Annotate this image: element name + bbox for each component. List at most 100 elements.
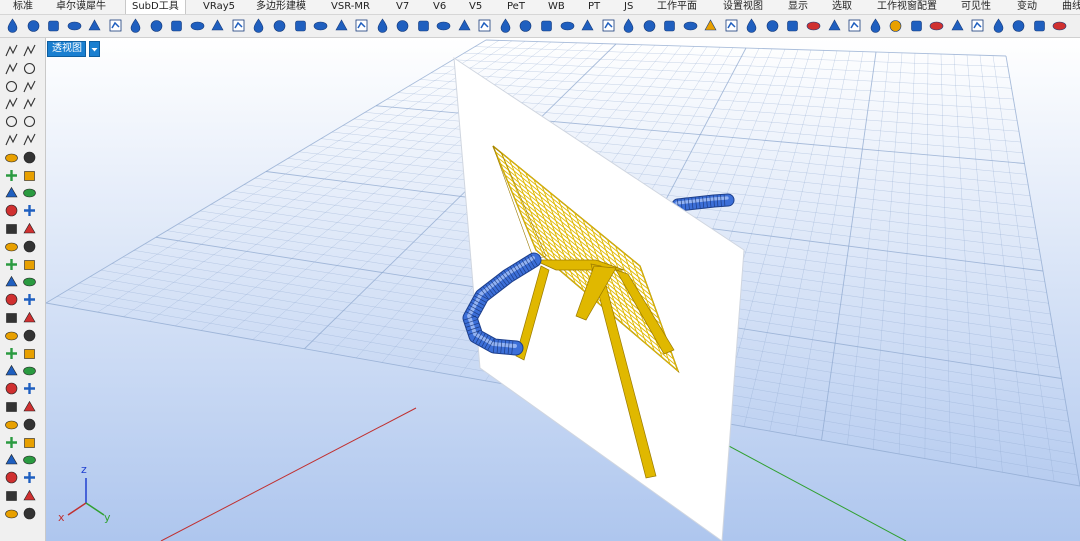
subd-edit-icon[interactable] <box>847 18 862 33</box>
subd-plane-icon[interactable] <box>169 18 184 33</box>
subd-smooth-mode-icon[interactable] <box>703 18 718 33</box>
trim-icon[interactable] <box>4 239 19 254</box>
mesh-icon[interactable] <box>4 417 19 432</box>
dimension-icon[interactable] <box>4 399 19 414</box>
select-points-icon[interactable] <box>22 43 37 58</box>
subd-select-vertices-icon[interactable] <box>785 18 800 33</box>
subd-fill-icon[interactable] <box>395 18 410 33</box>
tab-19[interactable]: 变动 <box>1017 0 1037 14</box>
subd-select-faces-icon[interactable] <box>744 18 759 33</box>
subd-box-icon[interactable] <box>67 18 82 33</box>
save-icon[interactable] <box>4 452 19 467</box>
select-arrow-icon[interactable] <box>4 43 19 58</box>
subd-gumball-icon[interactable] <box>806 18 821 33</box>
arc-icon[interactable] <box>4 96 19 111</box>
block-icon[interactable] <box>22 363 37 378</box>
tab-9[interactable]: PeT <box>507 0 525 14</box>
boolean-union-icon[interactable] <box>4 185 19 200</box>
split-icon[interactable] <box>4 221 19 236</box>
group-icon[interactable] <box>4 363 19 378</box>
subd-bridge-icon[interactable] <box>354 18 369 33</box>
osnap-icon[interactable] <box>22 470 37 485</box>
subd-ellipsoid-icon[interactable] <box>108 18 123 33</box>
sphere-icon[interactable] <box>22 150 37 165</box>
copy-icon[interactable] <box>22 203 37 218</box>
subd-sphere-icon[interactable] <box>87 18 102 33</box>
subd-mirror-icon[interactable] <box>580 18 595 33</box>
rotate-icon[interactable] <box>22 221 37 236</box>
layer-icon[interactable] <box>4 328 19 343</box>
subd-stitch-icon[interactable] <box>539 18 554 33</box>
tab-18[interactable]: 可见性 <box>961 0 991 14</box>
subd-help-icon[interactable] <box>1052 18 1067 33</box>
sun-icon[interactable] <box>4 435 19 450</box>
subd-reflect-icon[interactable] <box>601 18 616 33</box>
pen-icon[interactable] <box>22 506 37 521</box>
twist-icon[interactable] <box>22 292 37 307</box>
subd-select-edges-icon[interactable] <box>765 18 780 33</box>
material-icon[interactable] <box>22 381 37 396</box>
tab-6[interactable]: V7 <box>396 0 409 14</box>
cylinder-icon[interactable] <box>4 168 19 183</box>
subd-material-icon[interactable] <box>970 18 985 33</box>
offset-curve-icon[interactable] <box>22 132 37 147</box>
tab-13[interactable]: 工作平面 <box>657 0 697 14</box>
subd-loop-icon[interactable] <box>909 18 924 33</box>
subd-capsule-icon[interactable] <box>149 18 164 33</box>
subd-options-icon[interactable] <box>1032 18 1047 33</box>
cage-edit-icon[interactable] <box>4 274 19 289</box>
perspective-viewport[interactable]: z x y 透视图 <box>46 38 1080 541</box>
subd-unweld-icon[interactable] <box>436 18 451 33</box>
curve-points-icon[interactable] <box>22 61 37 76</box>
tab-4[interactable]: 多边形建模 <box>256 0 306 14</box>
subd-box-mode-icon[interactable] <box>683 18 698 33</box>
subd-bevel-icon[interactable] <box>334 18 349 33</box>
tab-7[interactable]: V6 <box>433 0 446 14</box>
tab-12[interactable]: JS <box>624 0 633 14</box>
subd-insert-edge-icon[interactable] <box>498 18 513 33</box>
box-icon[interactable] <box>4 150 19 165</box>
subd-quadremesh-icon[interactable] <box>662 18 677 33</box>
ellipse-icon[interactable] <box>22 79 37 94</box>
properties-icon[interactable] <box>22 328 37 343</box>
subd-symmetry-icon[interactable] <box>560 18 575 33</box>
viewport-menu-dropdown[interactable] <box>89 41 100 57</box>
subd-sculpt-icon[interactable] <box>991 18 1006 33</box>
lock-icon[interactable] <box>22 346 37 361</box>
tab-14[interactable]: 设置视图 <box>723 0 763 14</box>
subd-display-icon[interactable] <box>724 18 739 33</box>
subd-append-icon[interactable] <box>375 18 390 33</box>
tab-3[interactable]: VRay5 <box>203 0 235 14</box>
subd-weld-icon[interactable] <box>416 18 431 33</box>
subd-loft-icon[interactable] <box>231 18 246 33</box>
circle-icon[interactable] <box>4 79 19 94</box>
rectangle-icon[interactable] <box>22 96 37 111</box>
tab-10[interactable]: WB <box>548 0 565 14</box>
subd-remove-crease-icon[interactable] <box>477 18 492 33</box>
tab-2[interactable]: SubD工具 <box>125 0 186 14</box>
tab-17[interactable]: 工作视窗配置 <box>877 0 937 14</box>
subd-cone-icon[interactable] <box>26 18 41 33</box>
polyline-icon[interactable] <box>4 61 19 76</box>
subd-ring-icon[interactable] <box>888 18 903 33</box>
subd-tools-icon[interactable] <box>950 18 965 33</box>
surface-icon[interactable] <box>22 168 37 183</box>
plugin-icon[interactable] <box>4 488 19 503</box>
flow-icon[interactable] <box>22 274 37 289</box>
tab-15[interactable]: 显示 <box>788 0 808 14</box>
subd-extrude-icon[interactable] <box>293 18 308 33</box>
subd-sweep-icon[interactable] <box>210 18 225 33</box>
subd-analyze-icon[interactable] <box>827 18 842 33</box>
freeform-curve-icon[interactable] <box>22 114 37 129</box>
tab-16[interactable]: 选取 <box>832 0 852 14</box>
join-icon[interactable] <box>4 257 19 272</box>
subd-to-nurbs-icon[interactable] <box>621 18 636 33</box>
polygon-icon[interactable] <box>4 114 19 129</box>
check-icon[interactable] <box>22 310 37 325</box>
subd-cylinder-icon[interactable] <box>46 18 61 33</box>
tab-5[interactable]: VSR-MR <box>331 0 370 14</box>
subd-pipe-icon[interactable] <box>190 18 205 33</box>
tab-11[interactable]: PT <box>588 0 600 14</box>
tab-20[interactable]: 曲线 <box>1062 0 1080 14</box>
subd-revolve-icon[interactable] <box>251 18 266 33</box>
